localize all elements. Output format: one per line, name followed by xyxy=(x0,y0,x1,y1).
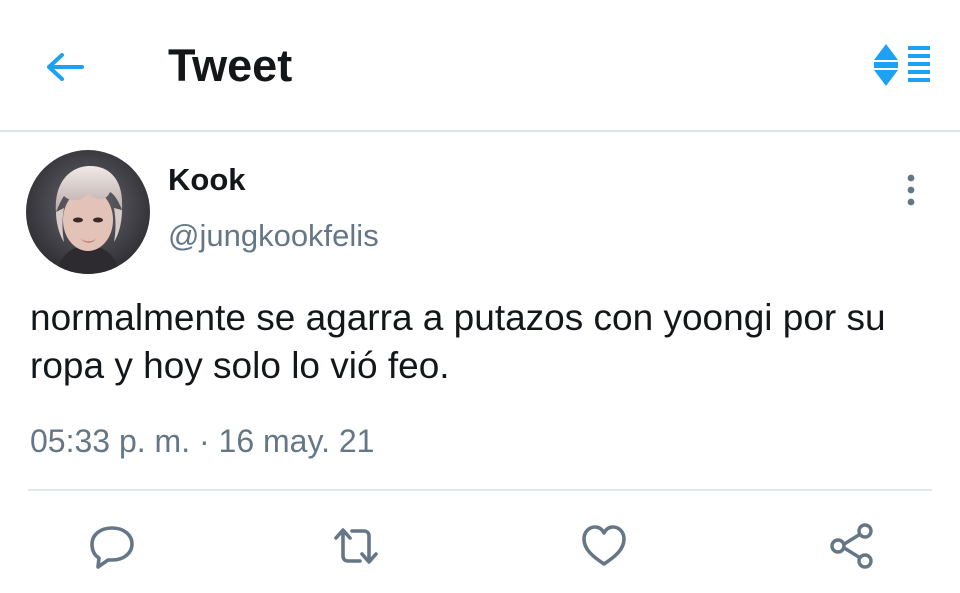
tweet-text: normalmente se agarra a putazos con yoon… xyxy=(30,297,886,386)
retweet-icon xyxy=(334,528,378,564)
sort-button[interactable] xyxy=(870,42,938,90)
author-display-name[interactable]: Kook xyxy=(168,160,246,200)
arrow-left-icon xyxy=(47,53,84,81)
avatar[interactable] xyxy=(26,150,150,274)
author-handle[interactable]: @jungkookfelis xyxy=(168,216,379,256)
more-options-button[interactable] xyxy=(896,170,926,210)
sort-list-icon xyxy=(874,44,930,86)
tweet-timestamp: 05:33 p. m. · 16 may. 21 xyxy=(30,423,375,459)
more-vertical-icon xyxy=(907,174,915,206)
reply-icon xyxy=(90,526,134,569)
share-button[interactable] xyxy=(824,518,880,574)
page-title: Tweet xyxy=(168,40,293,91)
retweet-button[interactable] xyxy=(328,518,384,574)
share-icon xyxy=(830,523,873,569)
reply-button[interactable] xyxy=(84,518,140,574)
back-button[interactable] xyxy=(40,46,88,88)
heart-icon xyxy=(582,525,626,566)
top-app-bar: Tweet xyxy=(0,0,960,132)
divider xyxy=(28,489,932,491)
like-button[interactable] xyxy=(576,518,632,574)
avatar-photo xyxy=(26,150,150,274)
